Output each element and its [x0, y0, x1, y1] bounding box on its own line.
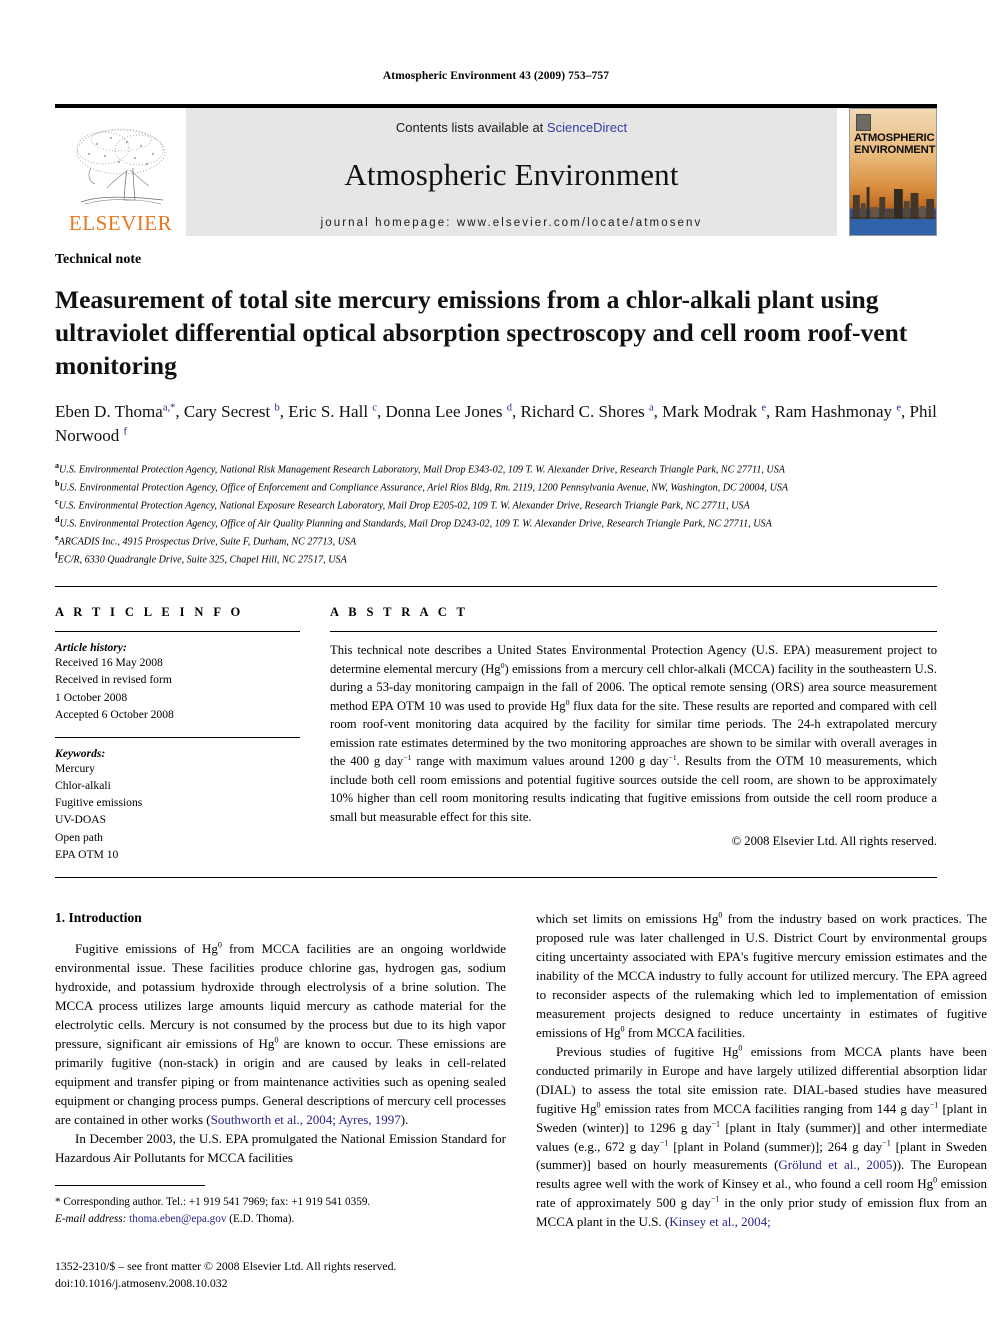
- email-link[interactable]: thoma.eben@epa.gov: [129, 1213, 226, 1225]
- superscript-minus-one: −1: [711, 1119, 721, 1129]
- divider: [55, 736, 300, 738]
- contents-prefix: Contents lists available at: [395, 120, 547, 135]
- affiliation-text: EC/R, 6330 Quadrangle Drive, Suite 325, …: [57, 554, 347, 566]
- cover-title-line-1: ATMOSPHERIC: [854, 132, 935, 144]
- history-line: Accepted 6 October 2008: [55, 707, 174, 721]
- affiliation-item: bU.S. Environmental Protection Agency, O…: [55, 478, 789, 494]
- water-band: [850, 219, 936, 235]
- keywords-label: Keywords:: [55, 746, 106, 760]
- email-label: E-mail address:: [55, 1212, 127, 1225]
- abstract-text: This technical note describes a United S…: [330, 641, 937, 826]
- article-page: Atmospheric Environment 43 (2009) 753–75…: [0, 0, 992, 1323]
- affiliation-item: cU.S. Environmental Protection Agency, N…: [55, 496, 750, 512]
- journal-title: Atmospheric Environment: [344, 157, 679, 192]
- cover-title: ATMOSPHERIC ENVIRONMENT: [854, 132, 936, 156]
- body-column-left: 1. Introduction Fugitive emissions of Hg…: [55, 910, 506, 1232]
- affiliation-item: eARCADIS Inc., 4915 Prospectus Drive, Su…: [55, 533, 357, 548]
- paragraph: In December 2003, the U.S. EPA promulgat…: [55, 1130, 506, 1165]
- history-line: 1 October 2008: [55, 690, 128, 704]
- abstract-column: A B S T R A C T This technical note desc…: [330, 605, 937, 863]
- affiliation-text: U.S. Environmental Protection Agency, Na…: [59, 464, 785, 476]
- para-seg: from MCCA facilities.: [624, 1024, 746, 1040]
- citation-link[interactable]: Southworth et al., 2004; Ayres, 1997: [211, 1112, 401, 1127]
- article-type-label: Technical note: [55, 252, 142, 267]
- doi-line: doi:10.1016/j.atmosenv.2008.10.032: [55, 1276, 228, 1291]
- keyword-item: UV-DOAS: [55, 813, 107, 827]
- citation-link[interactable]: Grölund et al., 2005: [778, 1157, 892, 1172]
- corresponding-author-note: * Corresponding author. Tel.: +1 919 541…: [55, 1196, 371, 1208]
- affiliation-text: U.S. Environmental Protection Agency, Of…: [59, 518, 772, 530]
- paragraph: which set limits on emissions Hg0 from t…: [536, 910, 987, 1043]
- running-head: Atmospheric Environment 43 (2009) 753–75…: [382, 70, 610, 82]
- journal-cover-thumbnail: ATMOSPHERIC ENVIRONMENT: [849, 108, 937, 236]
- footnote-divider: [55, 1185, 205, 1186]
- cover-title-line-2: ENVIRONMENT: [854, 143, 936, 156]
- affiliation-item: dU.S. Environmental Protection Agency, O…: [55, 515, 772, 530]
- journal-header-center: Contents lists available at ScienceDirec…: [186, 108, 837, 236]
- article-history-label: Article history:: [55, 641, 127, 655]
- keyword-item: Open path: [55, 830, 103, 844]
- cover-logo-icon: [856, 114, 871, 131]
- article-info-heading: A R T I C L E I N F O: [55, 605, 244, 620]
- email-note: E-mail address: thoma.eben@epa.gov (E.D.…: [55, 1211, 506, 1228]
- elsevier-logo: ELSEVIER: [55, 108, 186, 236]
- affiliation-text: ARCADIS Inc., 4915 Prospectus Drive, Sui…: [58, 536, 357, 548]
- divider: [330, 631, 937, 633]
- para-seg: emission rates from MCCA facilities rang…: [600, 1100, 930, 1116]
- abstract-seg: range with maximum values around 1200 g …: [411, 754, 669, 769]
- journal-header: ELSEVIER Contents lists available at Sci…: [55, 104, 937, 236]
- affiliation-text: U.S. Environmental Protection Agency, Of…: [59, 482, 789, 494]
- footnote-area: * Corresponding author. Tel.: +1 919 541…: [55, 1185, 506, 1228]
- author-list: Eben D. Thomaa,*, Cary Secrest b, Eric S…: [55, 401, 937, 445]
- issn-copyright-line: 1352-2310/$ – see front matter © 2008 El…: [55, 1259, 397, 1273]
- history-line: Received in revised form: [55, 673, 172, 687]
- paragraph: Fugitive emissions of Hg0 from MCCA faci…: [55, 940, 506, 1130]
- body-columns: 1. Introduction Fugitive emissions of Hg…: [55, 910, 987, 1232]
- divider: [55, 876, 937, 878]
- paragraph: Previous studies of fugitive Hg0 emissio…: [536, 1043, 987, 1233]
- affiliation-list: aU.S. Environmental Protection Agency, N…: [55, 460, 937, 569]
- para-seg: from the industry based on work practice…: [536, 910, 988, 1040]
- affiliation-text: U.S. Environmental Protection Agency, Na…: [58, 500, 750, 512]
- article-info-column: A R T I C L E I N F O Article history: R…: [55, 605, 300, 863]
- keyword-item: Fugitive emissions: [55, 796, 143, 810]
- abstract-heading: A B S T R A C T: [330, 605, 469, 620]
- info-abstract-region: A R T I C L E I N F O Article history: R…: [55, 586, 937, 863]
- sciencedirect-link[interactable]: ScienceDirect: [547, 120, 627, 135]
- history-line: Received 16 May 2008: [55, 656, 163, 670]
- superscript-minus-one: −1: [882, 1138, 891, 1148]
- elsevier-tree-icon: [67, 126, 175, 212]
- affiliation-item: fEC/R, 6330 Quadrangle Drive, Suite 325,…: [55, 551, 347, 566]
- affiliation-item: aU.S. Environmental Protection Agency, N…: [55, 460, 785, 476]
- para-seg: from MCCA facilities are an ongoing worl…: [55, 940, 506, 1051]
- divider: [55, 631, 300, 633]
- keyword-item: EPA OTM 10: [55, 847, 119, 861]
- keyword-item: Chlor-alkali: [55, 779, 111, 793]
- journal-homepage-link[interactable]: journal homepage: www.elsevier.com/locat…: [321, 217, 703, 229]
- para-seg: which set limits on emissions Hg: [536, 910, 719, 926]
- para-seg: [plant in Poland (summer)]; 264 g day: [668, 1138, 883, 1154]
- keyword-item: Mercury: [55, 761, 95, 775]
- para-seg: Previous studies of fugitive Hg: [556, 1043, 739, 1059]
- para-seg: Fugitive emissions of Hg: [75, 940, 218, 956]
- email-owner: (E.D. Thoma).: [229, 1212, 295, 1225]
- contents-available-line: Contents lists available at ScienceDirec…: [396, 120, 627, 135]
- citation-link[interactable]: Kinsey et al., 2004;: [669, 1214, 770, 1229]
- copyright-line: © 2008 Elsevier Ltd. All rights reserved…: [731, 834, 937, 849]
- elsevier-wordmark: ELSEVIER: [68, 211, 173, 235]
- body-column-right: which set limits on emissions Hg0 from t…: [536, 910, 987, 1232]
- superscript-minus-one: −1: [668, 753, 677, 763]
- page-title: Measurement of total site mercury emissi…: [55, 285, 908, 381]
- footer: 1352-2310/$ – see front matter © 2008 El…: [55, 1258, 525, 1292]
- para-seg: ).: [400, 1111, 409, 1127]
- section-heading-introduction: 1. Introduction: [55, 909, 142, 925]
- superscript-minus-one: −1: [403, 753, 412, 763]
